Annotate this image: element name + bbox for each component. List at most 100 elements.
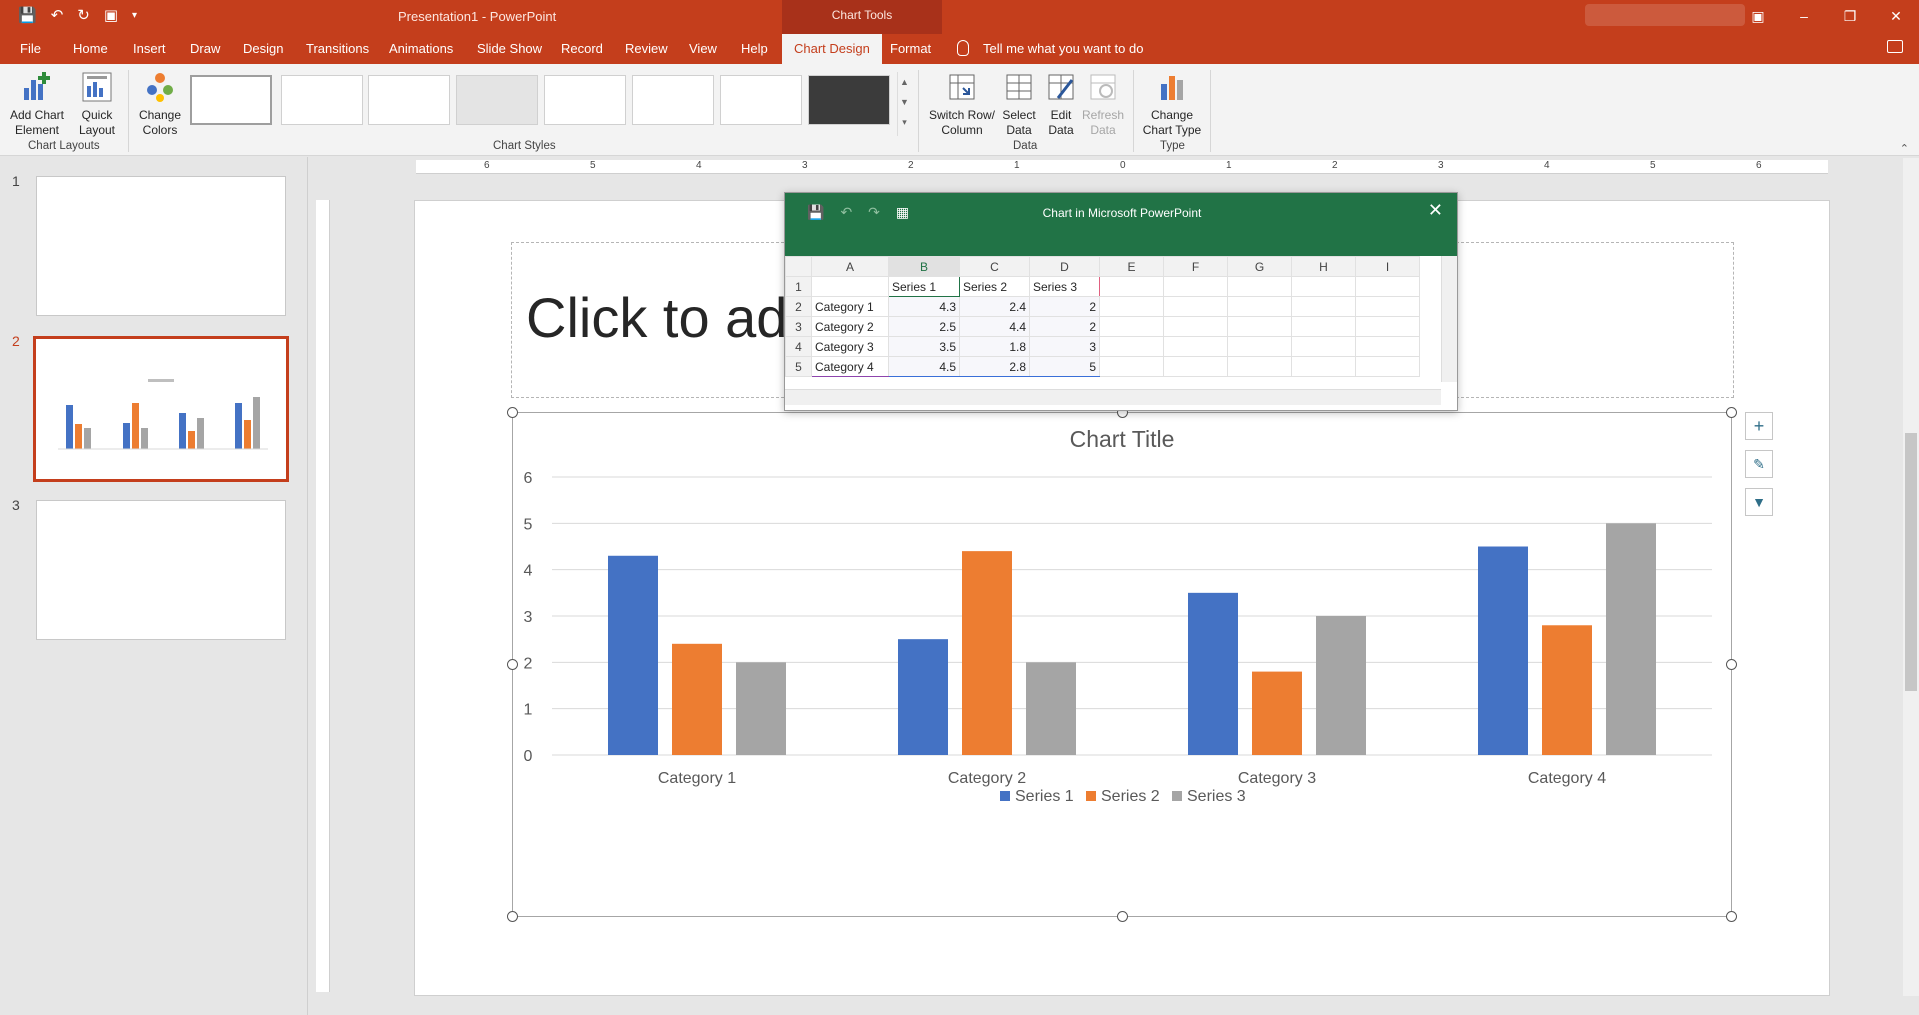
chart-data-sheet-window[interactable]: 💾 ↶ ↷ ▦ Chart in Microsoft PowerPoint ✕ … [784, 192, 1458, 411]
column-header[interactable]: F [1163, 256, 1228, 277]
cell[interactable] [1227, 356, 1292, 377]
comments-icon[interactable] [1887, 40, 1903, 53]
chart-style-6[interactable] [632, 75, 714, 125]
chart[interactable]: Chart Title 0 1 2 3 4 5 6 Category 1 Category 2 Ca… [512, 412, 1732, 917]
cell[interactable] [1099, 296, 1164, 317]
cell[interactable] [1355, 316, 1420, 337]
cell[interactable]: Category 3 [811, 336, 889, 357]
column-header[interactable]: E [1099, 256, 1164, 277]
cell[interactable] [1099, 356, 1164, 377]
column-header[interactable]: I [1355, 256, 1420, 277]
ribbon-display-options-icon[interactable]: ▣ [1735, 0, 1781, 32]
edit-data-button[interactable]: Edit Data [1042, 70, 1080, 138]
cell[interactable] [1163, 296, 1228, 317]
cell[interactable] [1099, 336, 1164, 357]
chart-style-1[interactable] [190, 75, 272, 125]
cell[interactable]: 2.8 [959, 356, 1030, 377]
chart-elements-plus-icon[interactable]: + [1745, 412, 1773, 440]
scrollbar-thumb[interactable] [1905, 433, 1917, 691]
chart-style-2[interactable] [281, 75, 363, 125]
cell[interactable] [1291, 336, 1356, 357]
row-header[interactable]: 2 [785, 296, 812, 317]
row-header[interactable]: 4 [785, 336, 812, 357]
slide-thumbnail-2[interactable] [33, 336, 289, 482]
cell[interactable]: 1.8 [959, 336, 1030, 357]
customize-qat-icon[interactable]: ▾ [132, 10, 137, 21]
restore-button[interactable]: ❐ [1827, 0, 1873, 32]
tab-help[interactable]: Help [741, 41, 768, 56]
slide-thumbnail-1[interactable] [36, 176, 286, 316]
tab-animations[interactable]: Animations [389, 41, 453, 56]
chart-filters-funnel-icon[interactable]: ▼ [1745, 488, 1773, 516]
row-header[interactable]: 3 [785, 316, 812, 337]
cell[interactable] [1163, 336, 1228, 357]
cell[interactable]: 5 [1029, 356, 1100, 377]
sheet-close-button[interactable]: ✕ [1428, 200, 1443, 221]
cell[interactable]: 4.3 [888, 296, 960, 317]
cell[interactable] [1163, 356, 1228, 377]
cell[interactable] [1099, 276, 1164, 297]
tab-draw[interactable]: Draw [190, 41, 220, 56]
collapse-ribbon-icon[interactable]: ⌃ [1900, 142, 1909, 155]
chart-styles-brush-icon[interactable]: ✎ [1745, 450, 1773, 478]
change-colors-button[interactable]: Change Colors [134, 70, 186, 138]
slide-thumbnail-3[interactable] [36, 500, 286, 640]
cell[interactable] [1227, 316, 1292, 337]
chart-style-8[interactable] [808, 75, 890, 125]
cell[interactable]: 2 [1029, 296, 1100, 317]
change-chart-type-button[interactable]: Change Chart Type [1140, 70, 1204, 138]
cell[interactable] [1355, 296, 1420, 317]
cell[interactable] [1291, 316, 1356, 337]
cell[interactable]: Category 1 [811, 296, 889, 317]
column-header[interactable]: G [1227, 256, 1292, 277]
resize-handle[interactable] [507, 911, 518, 922]
cell[interactable]: Series 3 [1029, 276, 1100, 297]
chart-styles-scroll[interactable]: ▲ ▼ ▾ [897, 72, 911, 136]
sheet-vertical-scrollbar[interactable] [1441, 256, 1457, 382]
tab-transitions[interactable]: Transitions [306, 41, 369, 56]
chart-style-5[interactable] [544, 75, 626, 125]
tab-review[interactable]: Review [625, 41, 668, 56]
undo-icon[interactable]: ↶ [51, 6, 64, 24]
minimize-button[interactable]: – [1781, 0, 1827, 32]
sheet-horizontal-scrollbar[interactable] [785, 389, 1441, 405]
tab-view[interactable]: View [689, 41, 717, 56]
cell[interactable]: 3 [1029, 336, 1100, 357]
cell[interactable] [1163, 276, 1228, 297]
add-chart-element-button[interactable]: Add Chart Element [6, 70, 68, 138]
resize-handle[interactable] [1726, 659, 1737, 670]
cell[interactable]: 4.4 [959, 316, 1030, 337]
cell[interactable] [1227, 296, 1292, 317]
tab-insert[interactable]: Insert [133, 41, 166, 56]
cell[interactable]: Series 1 [888, 276, 960, 297]
account-area[interactable] [1585, 4, 1745, 26]
resize-handle[interactable] [507, 659, 518, 670]
column-header[interactable]: A [811, 256, 889, 277]
tab-file[interactable]: File [20, 41, 41, 56]
cell[interactable]: Category 4 [811, 356, 889, 377]
tab-home[interactable]: Home [73, 41, 108, 56]
vertical-scrollbar[interactable] [1903, 158, 1919, 996]
select-data-button[interactable]: Select Data [1000, 70, 1038, 138]
cell[interactable] [1355, 336, 1420, 357]
save-icon[interactable]: 💾 [18, 6, 37, 24]
cell[interactable] [1227, 276, 1292, 297]
row-header[interactable]: 5 [785, 356, 812, 377]
tell-me-search[interactable]: Tell me what you want to do [983, 41, 1143, 56]
switch-row-column-button[interactable]: Switch Row/ Column [926, 70, 998, 138]
column-header[interactable]: D [1029, 256, 1100, 277]
cell[interactable] [1291, 276, 1356, 297]
cell[interactable]: Category 2 [811, 316, 889, 337]
tab-record[interactable]: Record [561, 41, 603, 56]
close-button[interactable]: ✕ [1873, 0, 1919, 32]
resize-handle[interactable] [1726, 911, 1737, 922]
select-all-corner[interactable] [785, 256, 812, 277]
chart-style-7[interactable] [720, 75, 802, 125]
tab-format[interactable]: Format [890, 41, 931, 56]
chart-style-3[interactable] [368, 75, 450, 125]
column-header[interactable]: B [888, 256, 960, 277]
column-header[interactable]: C [959, 256, 1030, 277]
tab-chart-design[interactable]: Chart Design [782, 34, 882, 64]
cell[interactable] [1227, 336, 1292, 357]
cell[interactable]: 4.5 [888, 356, 960, 377]
